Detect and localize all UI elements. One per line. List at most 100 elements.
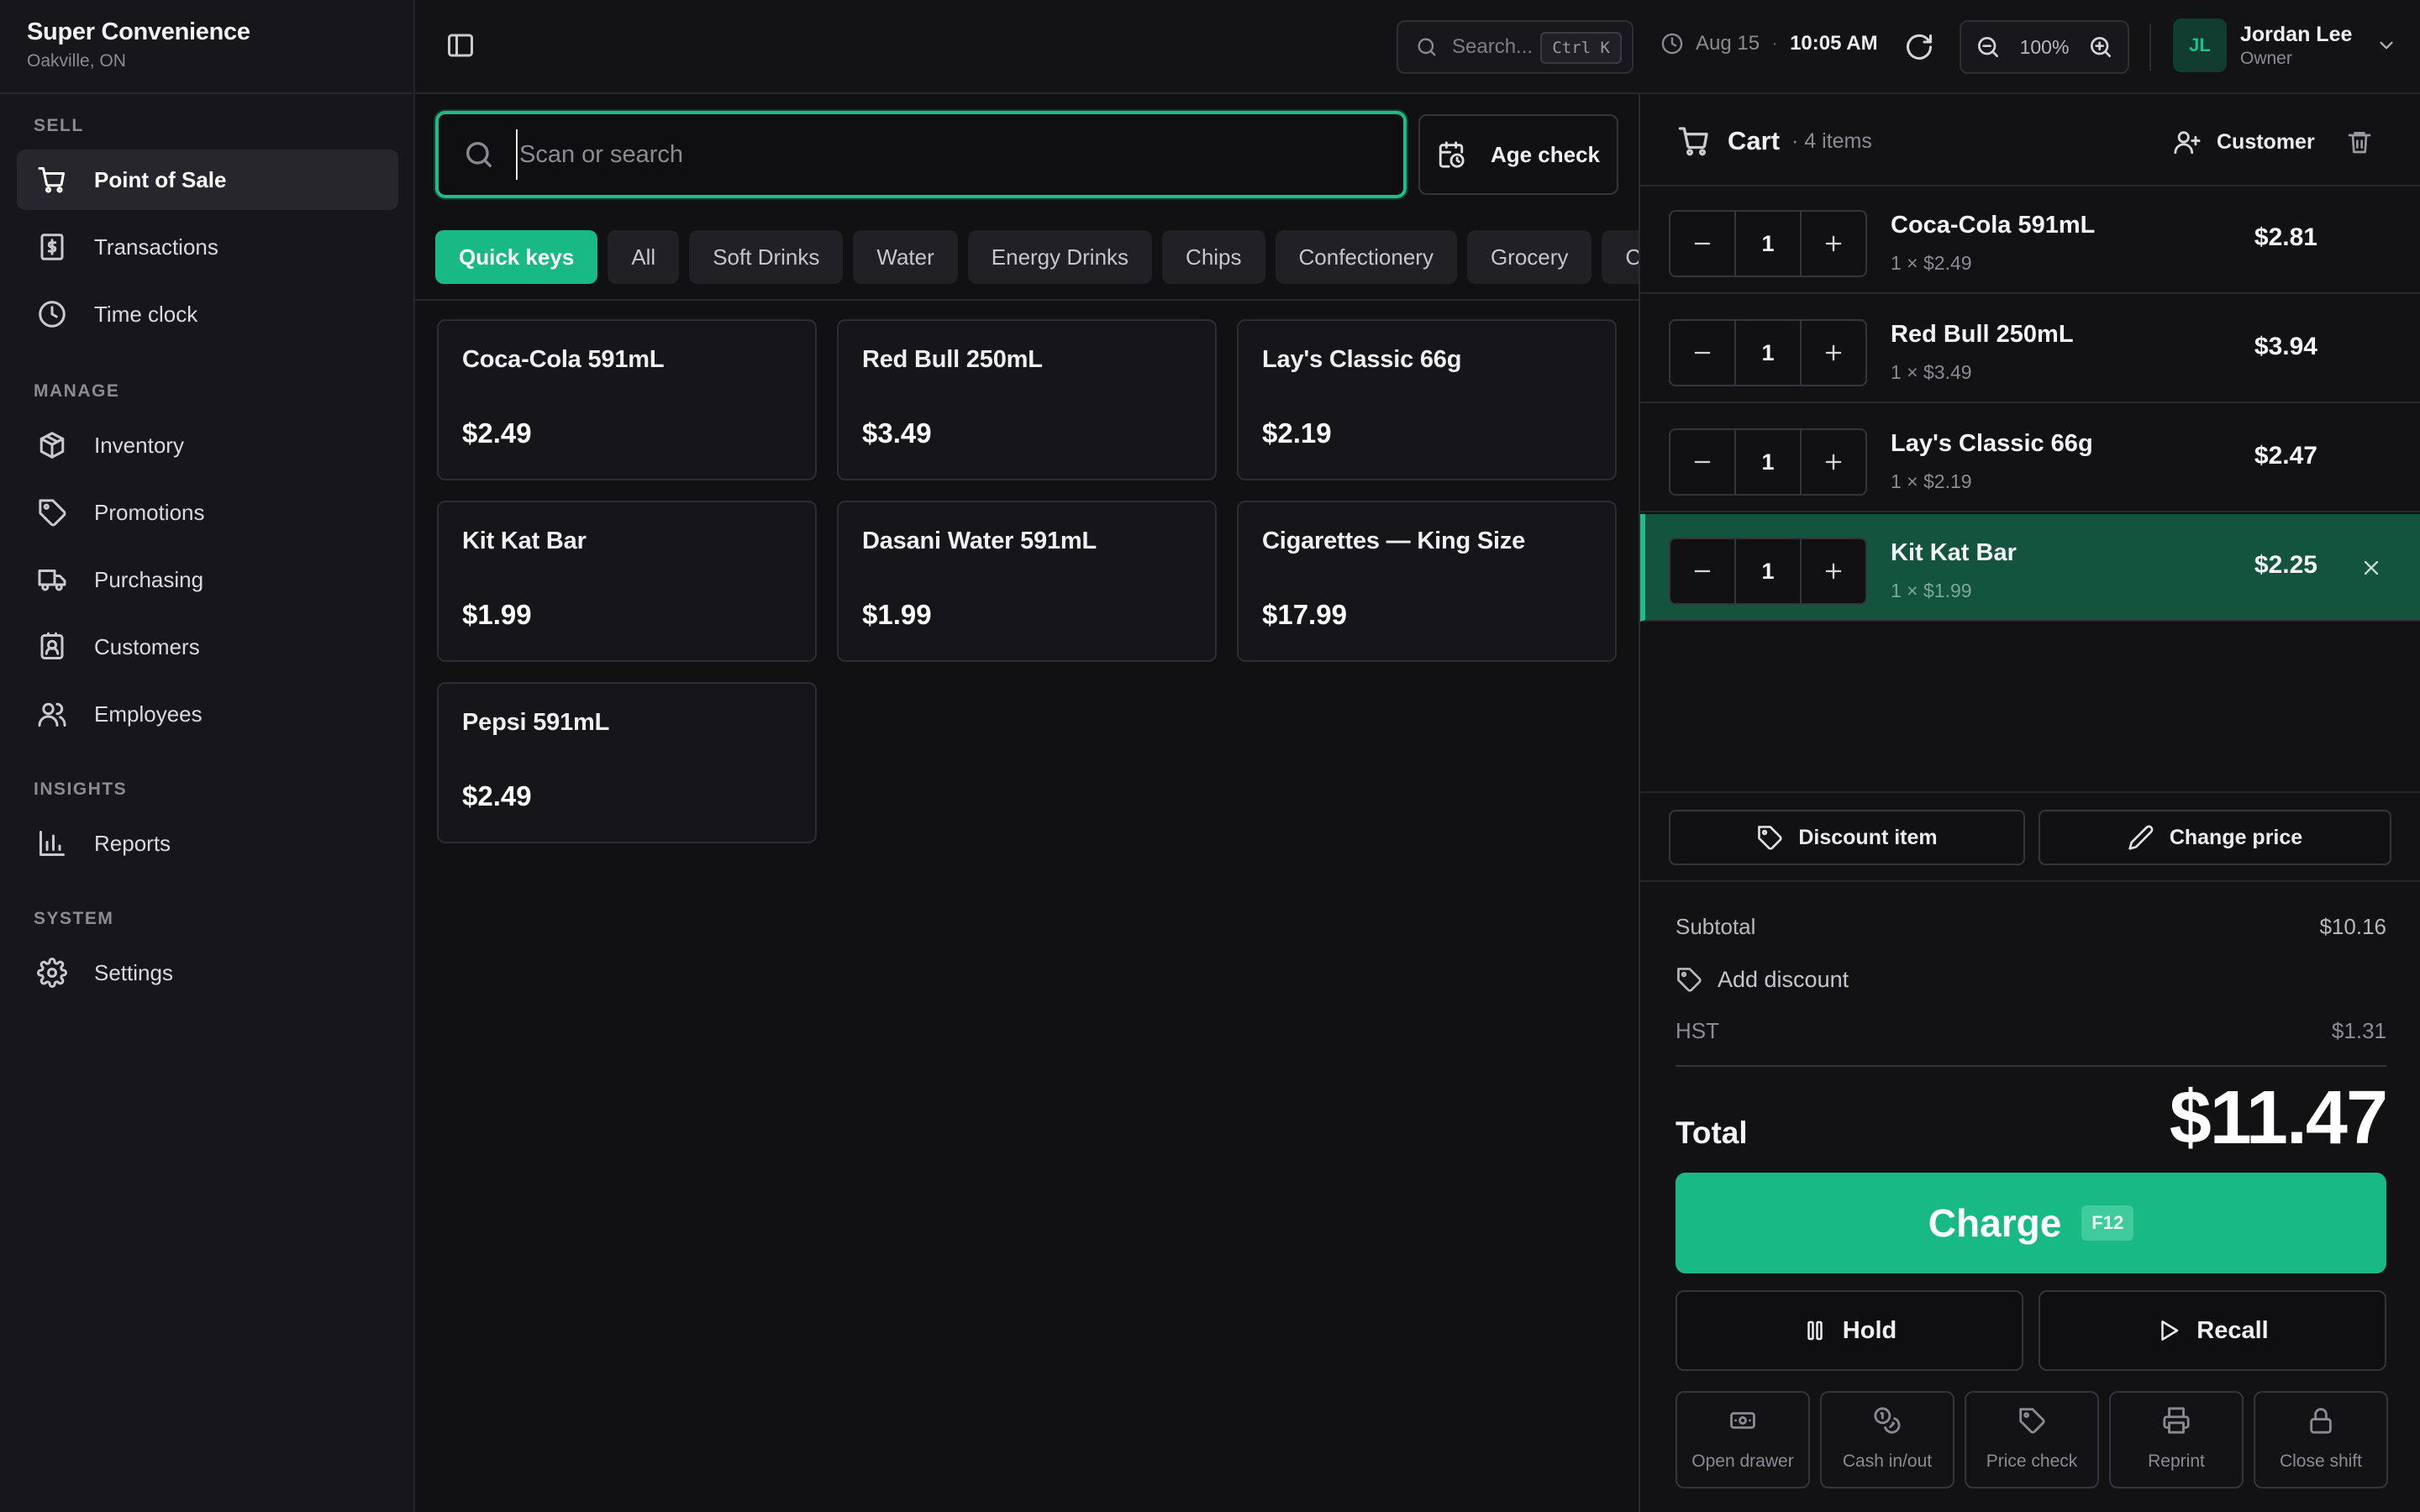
product-card[interactable]: Cigarettes — King Size $17.99 xyxy=(1237,501,1617,662)
zoom-in-icon[interactable] xyxy=(2087,34,2114,60)
sidebar-toggle-icon[interactable] xyxy=(445,30,476,60)
nav-section-sell: SELL xyxy=(34,116,84,135)
contact-icon xyxy=(40,632,64,659)
quantity-value[interactable]: 1 xyxy=(1734,539,1802,603)
separator-dot: · xyxy=(1771,32,1779,55)
sidebar-item-employees[interactable]: Employees xyxy=(17,684,398,744)
cart-line-name: Coca-Cola 591mL xyxy=(1891,212,2096,239)
increase-quantity-button[interactable] xyxy=(1802,212,1865,276)
quantity-value[interactable]: 1 xyxy=(1734,430,1802,494)
cart-line[interactable]: 1 Coca-Cola 591mL 1 × $2.49 $2.81 xyxy=(1640,186,2420,294)
customer-button[interactable]: Customer xyxy=(2173,128,2315,156)
sidebar-item-point-of-sale[interactable]: Point of Sale xyxy=(17,150,398,210)
quantity-value[interactable]: 1 xyxy=(1734,321,1802,385)
quantity-stepper: 1 xyxy=(1669,210,1867,277)
divider xyxy=(0,92,415,94)
cart-line[interactable]: 1 Lay's Classic 66g 1 × $2.19 $2.47 xyxy=(1640,405,2420,512)
sidebar-item-label: Inventory xyxy=(94,432,184,458)
age-check-label: Age check xyxy=(1490,141,1601,167)
sidebar-item-time-clock[interactable]: Time clock xyxy=(17,284,398,344)
nav-section-insights: INSIGHTS xyxy=(34,780,128,799)
age-check-button[interactable]: Age check xyxy=(1418,114,1618,195)
product-card[interactable]: Pepsi 591mL $2.49 xyxy=(437,682,817,843)
charge-button[interactable]: Charge F12 xyxy=(1676,1173,2386,1273)
tab-all[interactable]: All xyxy=(608,230,680,284)
tab-grocery[interactable]: Grocery xyxy=(1466,230,1592,284)
nav-section-system: SYSTEM xyxy=(34,909,114,928)
tab-quick-keys[interactable]: Quick keys xyxy=(435,230,598,284)
minus-icon xyxy=(1694,570,1711,573)
increase-quantity-button[interactable] xyxy=(1802,430,1865,494)
lock-icon xyxy=(2310,1408,2332,1434)
reprint-button[interactable]: Reprint xyxy=(2109,1391,2244,1488)
product-card[interactable]: Kit Kat Bar $1.99 xyxy=(437,501,817,662)
close-shift-label: Close shift xyxy=(2279,1452,2363,1471)
scan-search-input[interactable] xyxy=(516,129,1403,180)
tab-chips[interactable]: Chips xyxy=(1162,230,1265,284)
tab-candy[interactable]: Candy xyxy=(1602,230,1639,284)
decrease-quantity-button[interactable] xyxy=(1670,321,1734,385)
increase-quantity-button[interactable] xyxy=(1802,539,1865,603)
decrease-quantity-button[interactable] xyxy=(1670,539,1734,603)
quantity-stepper: 1 xyxy=(1669,319,1867,386)
clock-icon xyxy=(39,301,66,328)
recall-button[interactable]: Recall xyxy=(2039,1290,2386,1371)
product-card[interactable]: Red Bull 250mL $3.49 xyxy=(837,319,1217,480)
sidebar-item-customers[interactable]: Customers xyxy=(17,617,398,677)
cart-line-selected[interactable]: 1 Kit Kat Bar 1 × $1.99 $2.25 xyxy=(1640,514,2420,622)
gear-icon xyxy=(37,958,67,988)
product-price: $17.99 xyxy=(1262,599,1347,630)
hold-button[interactable]: Hold xyxy=(1676,1290,2023,1371)
open-drawer-button[interactable]: Open drawer xyxy=(1676,1391,1810,1488)
customer-label: Customer xyxy=(2217,129,2315,154)
product-card[interactable]: Lay's Classic 66g $2.19 xyxy=(1237,319,1617,480)
cart-line-unit-price: 1 × $2.49 xyxy=(1891,252,1972,274)
cart-icon xyxy=(1678,127,1708,156)
close-icon[interactable] xyxy=(2360,556,2383,580)
trash-icon[interactable] xyxy=(2346,128,2373,156)
product-card[interactable]: Dasani Water 591mL $1.99 xyxy=(837,501,1217,662)
user-menu[interactable]: JL Jordan Lee Owner xyxy=(2173,18,2397,72)
add-user-icon xyxy=(2174,131,2201,155)
global-search[interactable]: Search... Ctrl K xyxy=(1397,20,1634,74)
user-role: Owner xyxy=(2240,48,2292,68)
cart-item-count: · 4 items xyxy=(1791,129,1872,153)
quantity-value[interactable]: 1 xyxy=(1734,212,1802,276)
tax-row: HST $1.31 xyxy=(1676,1018,2386,1044)
decrease-quantity-button[interactable] xyxy=(1670,430,1734,494)
increase-quantity-button[interactable] xyxy=(1802,321,1865,385)
cart-line[interactable]: 1 Red Bull 250mL 1 × $3.49 $3.94 xyxy=(1640,296,2420,403)
cash-drawer-icon xyxy=(1730,1412,1755,1429)
avatar: JL xyxy=(2173,18,2227,72)
cash-in-out-button[interactable]: Cash in/out xyxy=(1820,1391,1954,1488)
sidebar-item-inventory[interactable]: Inventory xyxy=(17,415,398,475)
decrease-quantity-button[interactable] xyxy=(1670,212,1734,276)
tab-soft-drinks[interactable]: Soft Drinks xyxy=(689,230,844,284)
product-price: $1.99 xyxy=(462,599,532,630)
tab-energy-drinks[interactable]: Energy Drinks xyxy=(967,230,1153,284)
users-icon xyxy=(38,702,66,727)
add-discount-button[interactable]: Add discount xyxy=(1676,966,1849,993)
cash-in-out-label: Cash in/out xyxy=(1842,1452,1933,1471)
zoom-control: 100% xyxy=(1960,20,2129,74)
sidebar-item-settings[interactable]: Settings xyxy=(17,942,398,1003)
refresh-icon[interactable] xyxy=(1904,32,1934,62)
sidebar-item-reports[interactable]: Reports xyxy=(17,813,398,874)
discount-item-label: Discount item xyxy=(1798,825,1938,849)
price-check-button[interactable]: Price check xyxy=(1965,1391,2099,1488)
product-name: Dasani Water 591mL xyxy=(862,528,1097,554)
product-card[interactable]: Coca-Cola 591mL $2.49 xyxy=(437,319,817,480)
tab-water[interactable]: Water xyxy=(853,230,958,284)
zoom-out-icon[interactable] xyxy=(1975,34,2002,60)
sidebar-item-transactions[interactable]: Transactions xyxy=(17,217,398,277)
sidebar-item-promotions[interactable]: Promotions xyxy=(17,482,398,543)
reprint-label: Reprint xyxy=(2148,1452,2205,1471)
product-name: Lay's Classic 66g xyxy=(1262,346,1462,373)
open-drawer-label: Open drawer xyxy=(1691,1452,1794,1471)
change-price-button[interactable]: Change price xyxy=(2039,810,2391,865)
tab-confectionery[interactable]: Confectionery xyxy=(1275,230,1457,284)
sidebar-item-purchasing[interactable]: Purchasing xyxy=(17,549,398,610)
close-shift-button[interactable]: Close shift xyxy=(2254,1391,2388,1488)
product-price: $2.19 xyxy=(1262,417,1332,449)
discount-item-button[interactable]: Discount item xyxy=(1669,810,2025,865)
